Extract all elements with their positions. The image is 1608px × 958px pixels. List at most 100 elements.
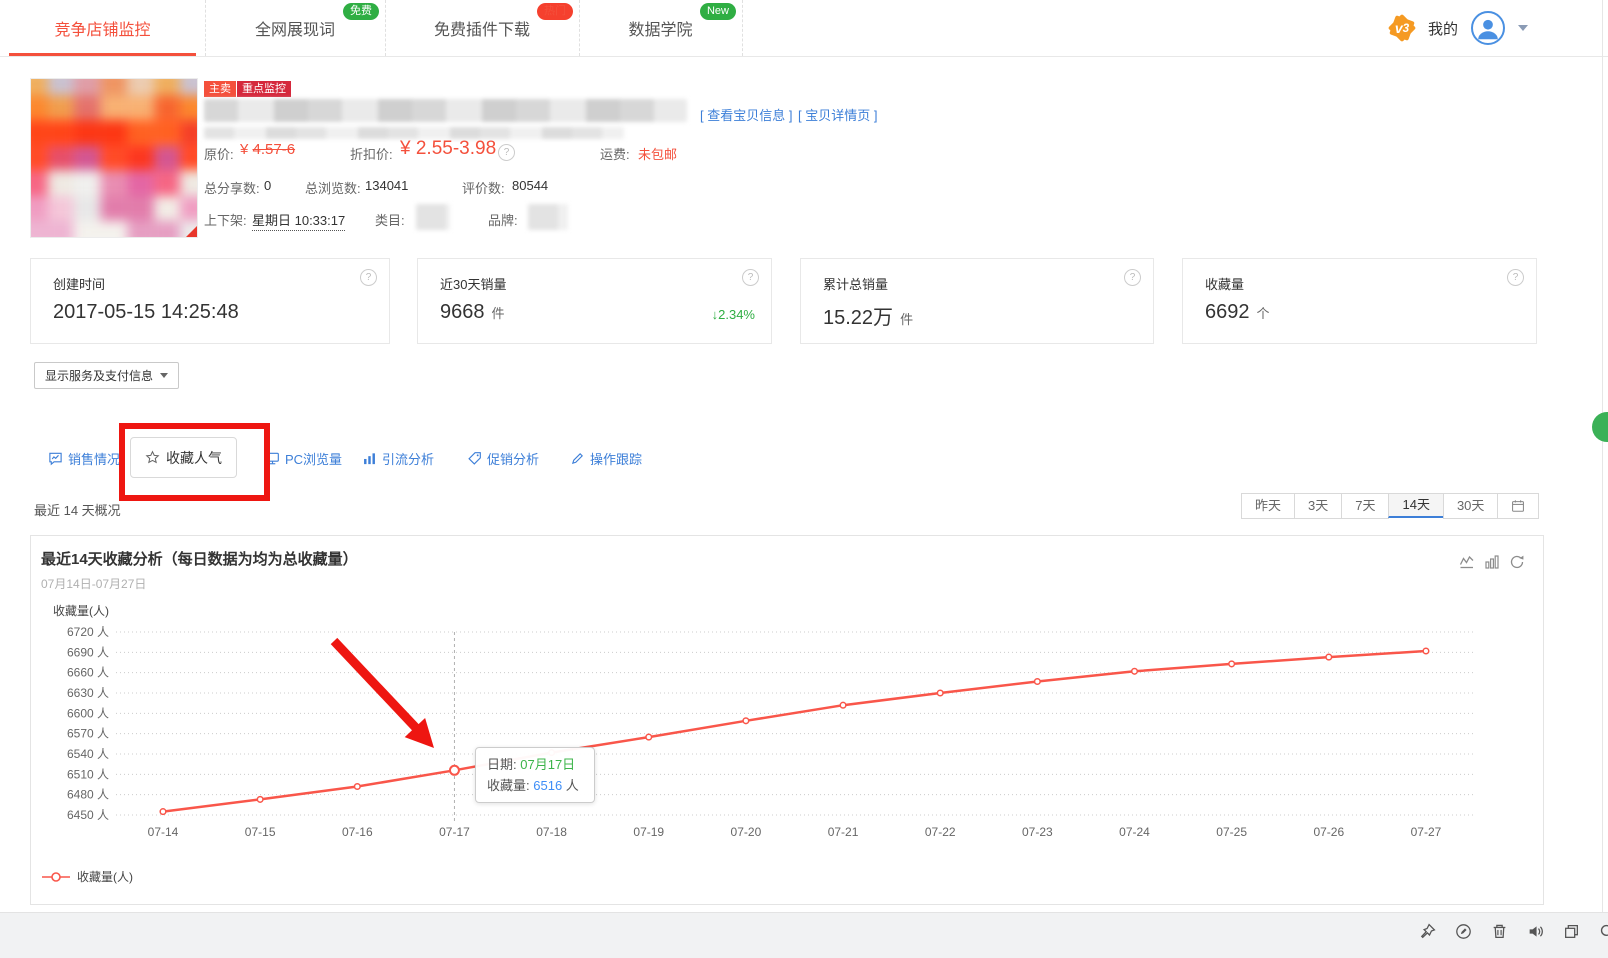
star-icon bbox=[145, 450, 160, 464]
vip-level-icon[interactable]: v3 bbox=[1389, 15, 1415, 41]
brand-label: 品牌: bbox=[488, 213, 518, 228]
avatar[interactable] bbox=[1471, 11, 1505, 45]
shelf-time-value[interactable]: 星期日 10:33:17 bbox=[252, 210, 346, 231]
review-count-value: 80544 bbox=[512, 178, 549, 193]
page: 竞争店铺监控 全网展现词 免费 免费插件下载 热门 数据学院 New v3 我的 主卖 重点… bbox=[0, 0, 1608, 958]
help-icon[interactable]: ? bbox=[742, 269, 759, 286]
stat-card-unit: 件 bbox=[491, 306, 505, 321]
nav-tab-label: 数据学院 bbox=[628, 22, 693, 39]
range-button-7天[interactable]: 7天 bbox=[1341, 493, 1390, 519]
stat-card-title: 收藏量 bbox=[1205, 277, 1245, 292]
range-button-14天[interactable]: 14天 bbox=[1388, 493, 1444, 518]
stat-card-value: 6692 个 bbox=[1205, 301, 1270, 323]
analysis-tab-label: 引流分析 bbox=[382, 452, 435, 467]
chart-tooltip: 日期: 07月17日 收藏量: 6516 人 bbox=[475, 747, 595, 803]
nav-tab-2[interactable]: 全网展现词 免费 bbox=[205, 0, 386, 56]
help-icon[interactable]: ? bbox=[1124, 269, 1141, 286]
svg-text:6600 人: 6600 人 bbox=[67, 706, 109, 720]
discount-price-value: ¥ 2.55-3.98 bbox=[400, 138, 497, 159]
show-service-payment-button[interactable]: 显示服务及支付信息 bbox=[34, 362, 180, 389]
svg-text:07-17: 07-17 bbox=[439, 825, 470, 839]
favorites-line-chart[interactable]: 6720 人 6690 人 6660 人 6630 人 6600 人 6570 人 6540… bbox=[31, 536, 1543, 904]
badge-key-monitor: 重点监控 bbox=[237, 81, 291, 97]
nav-right: v3 我的 bbox=[1389, 0, 1528, 56]
chevron-down-icon[interactable] bbox=[1518, 25, 1528, 31]
range-button-30天[interactable]: 30天 bbox=[1442, 493, 1499, 519]
shelf-label: 上下架: bbox=[204, 213, 247, 228]
legend-label: 收藏量(人) bbox=[77, 870, 133, 884]
annotate-icon bbox=[1456, 924, 1471, 939]
svg-text:07-21: 07-21 bbox=[828, 825, 859, 839]
help-icon[interactable]: ? bbox=[360, 269, 377, 286]
range-button-昨天[interactable]: 昨天 bbox=[1241, 493, 1296, 519]
svg-text:6720 人: 6720 人 bbox=[67, 625, 109, 639]
user-icon bbox=[1478, 19, 1498, 40]
svg-text:07-25: 07-25 bbox=[1216, 825, 1247, 839]
analysis-tab-5[interactable]: 促销分析 bbox=[467, 449, 539, 468]
toggle-button-label: 显示服务及支付信息 bbox=[45, 369, 154, 383]
badge-main-sell: 主卖 bbox=[204, 81, 236, 97]
top-nav: 竞争店铺监控 全网展现词 免费 免费插件下载 热门 数据学院 New v3 我的 bbox=[0, 0, 1608, 57]
svg-text:收藏量(人): 收藏量(人) bbox=[53, 604, 109, 618]
svg-text:6480 人: 6480 人 bbox=[67, 788, 109, 802]
nav-tab-label: 免费插件下载 bbox=[433, 22, 530, 39]
product-image[interactable] bbox=[30, 78, 198, 238]
bottom-toolbar bbox=[0, 912, 1608, 958]
stat-card-1: 创建时间? 2017-05-15 14:25:48 bbox=[30, 258, 390, 344]
stat-card-title: 创建时间 bbox=[53, 277, 106, 292]
share-count-value: 0 bbox=[264, 178, 272, 193]
svg-text:6510 人: 6510 人 bbox=[67, 767, 109, 781]
chat-icon bbox=[49, 452, 62, 466]
analysis-tab-label: PC浏览量 bbox=[285, 452, 343, 467]
view-item-info-link[interactable]: [ 查看宝贝信息 ] bbox=[700, 105, 792, 124]
floating-widget[interactable] bbox=[1592, 412, 1608, 442]
speaker-icon bbox=[1529, 926, 1543, 937]
stat-card-delta: ↓2.34% bbox=[711, 307, 755, 322]
svg-text:07-19: 07-19 bbox=[633, 825, 664, 839]
svg-text:07-16: 07-16 bbox=[342, 825, 373, 839]
nav-tab-3[interactable]: 免费插件下载 热门 bbox=[385, 0, 580, 56]
chart-panel: 最近14天收藏分析（每日数据为均为总收藏量） 07月14日-07月27日 672… bbox=[30, 535, 1544, 905]
analysis-tab-4[interactable]: 引流分析 bbox=[362, 449, 434, 468]
svg-text:07-20: 07-20 bbox=[731, 825, 762, 839]
analysis-tab-2[interactable]: 收藏人气 bbox=[130, 437, 237, 478]
window-restore-icon bbox=[1565, 925, 1578, 938]
trash-icon bbox=[1493, 924, 1506, 938]
stat-card-title: 近30天销量 bbox=[440, 277, 507, 292]
help-icon[interactable]: ? bbox=[1507, 269, 1524, 286]
analysis-tab-label: 收藏人气 bbox=[166, 449, 222, 466]
pen-icon bbox=[571, 453, 583, 465]
svg-text:6630 人: 6630 人 bbox=[67, 686, 109, 700]
date-range-group: 昨天 3天 7天 14天 30天 bbox=[1241, 493, 1540, 519]
search-icon bbox=[1600, 924, 1608, 937]
calendar-icon bbox=[1512, 500, 1525, 512]
svg-text:6450 人: 6450 人 bbox=[67, 808, 109, 822]
price-help-icon[interactable]: ? bbox=[498, 144, 515, 161]
nav-tab-1[interactable]: 竞争店铺监控 bbox=[0, 0, 206, 56]
stat-card-3: 累计总销量? 15.22万件 bbox=[800, 258, 1154, 344]
stat-card-value: 15.22万件 bbox=[823, 307, 914, 329]
item-detail-page-link[interactable]: [ 宝贝详情页 ] bbox=[798, 105, 877, 124]
my-account-link[interactable]: 我的 bbox=[1428, 18, 1458, 39]
nav-tab-badge: 免费 bbox=[343, 3, 379, 20]
chart-legend[interactable]: 收藏量(人) bbox=[41, 868, 133, 885]
svg-text:6570 人: 6570 人 bbox=[67, 727, 109, 741]
caret-down-icon bbox=[160, 373, 169, 378]
calendar-button[interactable] bbox=[1497, 493, 1540, 519]
analysis-tab-1[interactable]: 销售情况 bbox=[48, 449, 120, 468]
svg-text:07-18: 07-18 bbox=[536, 825, 567, 839]
analysis-tab-3[interactable]: PC浏览量 bbox=[265, 449, 342, 468]
svg-text:07-23: 07-23 bbox=[1022, 825, 1053, 839]
nav-tab-4[interactable]: 数据学院 New bbox=[579, 0, 743, 56]
category-label: 类目: bbox=[375, 213, 405, 228]
share-count-label: 总分享数: bbox=[204, 181, 260, 196]
range-button-3天[interactable]: 3天 bbox=[1294, 493, 1343, 519]
analysis-tab-6[interactable]: 操作跟踪 bbox=[570, 449, 642, 468]
bars-icon bbox=[364, 453, 375, 465]
nav-tab-badge: 热门 bbox=[537, 3, 573, 20]
stat-card-value: 9668 件 bbox=[440, 301, 505, 323]
review-count-label: 评价数: bbox=[462, 181, 505, 196]
analysis-tab-label: 操作跟踪 bbox=[590, 452, 643, 467]
blurred-product-title bbox=[204, 99, 687, 122]
svg-text:07-27: 07-27 bbox=[1411, 825, 1442, 839]
